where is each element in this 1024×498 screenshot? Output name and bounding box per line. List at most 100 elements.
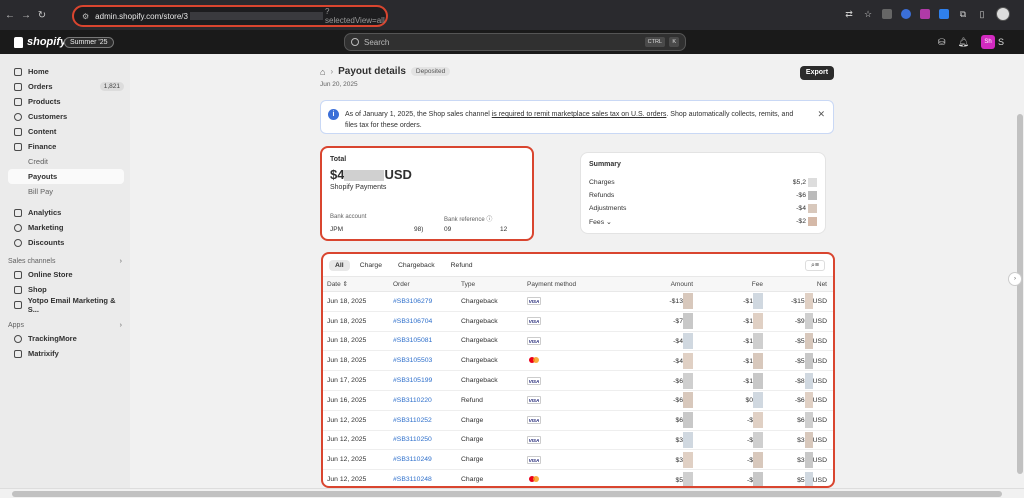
database-icon[interactable]: ⛁ bbox=[938, 37, 946, 48]
cell-type: Chargeback bbox=[461, 317, 498, 325]
extension-icon[interactable] bbox=[920, 9, 930, 19]
table-row[interactable]: Jun 12, 2025 #SB3110249 Charge VISA $3 -$ $3 US… bbox=[323, 450, 833, 471]
cell-amount: $6 bbox=[617, 412, 693, 429]
sidebar-item-discounts[interactable]: Discounts bbox=[8, 235, 124, 250]
tab-refund[interactable]: Refund bbox=[445, 260, 479, 271]
order-link[interactable]: #SB3110220 bbox=[393, 397, 461, 404]
puzzle-icon[interactable]: ⧉ bbox=[958, 9, 968, 19]
sidebar-item-credit[interactable]: Credit bbox=[8, 154, 124, 169]
table-row[interactable]: Jun 18, 2025 #SB3105503 Chargeback -$4 -$1 -$… bbox=[323, 351, 833, 372]
bookmark-star-icon[interactable]: ☆ bbox=[863, 9, 873, 19]
store-menu[interactable]: Sh S bbox=[980, 35, 1004, 49]
table-row[interactable]: Jun 18, 2025 #SB3106279 Chargeback VISA -$13… bbox=[323, 292, 833, 312]
summary-label: Fees ⌄ bbox=[589, 218, 612, 226]
horizontal-scrollbar[interactable] bbox=[0, 488, 1024, 498]
sidepanel-icon[interactable]: ▯ bbox=[977, 9, 987, 19]
table-row[interactable]: Jun 16, 2025 #SB3110220 Refund VISA -$6 $0 -$6… bbox=[323, 391, 833, 411]
amount-value: -$4 bbox=[673, 337, 683, 345]
search-input[interactable]: Search CTRL K bbox=[344, 33, 686, 51]
sidebar-item-matrixify[interactable]: Matrixify bbox=[8, 346, 124, 361]
sidebar-item-orders[interactable]: Orders 1,821 bbox=[8, 79, 124, 94]
cell-payment-method bbox=[527, 356, 617, 366]
table-row[interactable]: Jun 12, 2025 #SB3110252 Charge VISA $6 -$ $6 US… bbox=[323, 411, 833, 431]
visa-icon: VISA bbox=[527, 336, 541, 345]
sidebar-item-finance[interactable]: Finance bbox=[8, 139, 124, 154]
side-panel-handle[interactable]: › bbox=[1008, 272, 1022, 286]
payouts-breadcrumb-icon[interactable]: ⌂ bbox=[320, 67, 325, 77]
tab-all[interactable]: All bbox=[329, 259, 350, 271]
summary-row[interactable]: Fees ⌄ -$2 bbox=[589, 215, 817, 228]
net-currency: USD bbox=[812, 377, 827, 385]
search-filter-button[interactable]: ⌕≡ bbox=[805, 260, 825, 271]
table-row[interactable]: Jun 12, 2025 #SB3110250 Charge VISA $3 -$ $3 US… bbox=[323, 431, 833, 451]
extension-icon[interactable] bbox=[901, 9, 911, 19]
address-bar[interactable]: ⚙ admin.shopify.com/store/3 ?selectedVie… bbox=[72, 5, 388, 27]
sidebar-item-content[interactable]: Content bbox=[8, 124, 124, 139]
table-row[interactable]: Jun 17, 2025 #SB3105199 Chargeback VISA -$6 -… bbox=[323, 371, 833, 391]
search-filter-icon: ⌕≡ bbox=[810, 262, 819, 269]
table-row[interactable]: Jun 18, 2025 #SB3106704 Chargeback VISA -$7 -… bbox=[323, 312, 833, 332]
export-button[interactable]: Export bbox=[800, 66, 834, 80]
sales-channels-section[interactable]: Sales channels › bbox=[8, 258, 122, 265]
sidebar-item-payouts[interactable]: Payouts bbox=[8, 169, 124, 184]
order-link[interactable]: #SB3110249 bbox=[393, 456, 461, 463]
info-icon: i bbox=[328, 109, 339, 120]
forward-icon[interactable]: → bbox=[20, 10, 32, 21]
sidebar-item-home[interactable]: Home bbox=[8, 64, 124, 79]
visa-icon: VISA bbox=[527, 376, 541, 385]
tab-charge[interactable]: Charge bbox=[354, 260, 388, 271]
site-info-icon[interactable]: ⚙ bbox=[82, 12, 89, 21]
horizontal-scroll-thumb[interactable] bbox=[12, 491, 1002, 497]
sidebar-item-yotpo[interactable]: Yotpo Email Marketing & S... bbox=[8, 296, 124, 314]
sidebar-item-analytics[interactable]: Analytics bbox=[8, 205, 124, 220]
close-icon[interactable]: ✕ bbox=[817, 109, 825, 120]
vertical-scrollbar[interactable] bbox=[1016, 54, 1024, 488]
column-date[interactable]: Date ⇕ bbox=[323, 280, 393, 288]
column-payment: Payment method bbox=[527, 280, 577, 288]
back-icon[interactable]: ← bbox=[4, 10, 16, 21]
sidebar-item-trackingmore[interactable]: TrackingMore bbox=[8, 331, 124, 346]
cell-type: Chargeback bbox=[461, 337, 498, 345]
table-row[interactable]: Jun 18, 2025 #SB3105081 Chargeback VISA -$4 -… bbox=[323, 332, 833, 352]
shopify-logo[interactable]: shopify bbox=[14, 36, 66, 48]
sort-icon: ⇕ bbox=[342, 281, 348, 288]
sidebar-item-customers[interactable]: Customers bbox=[8, 109, 124, 124]
order-link[interactable]: #SB3106704 bbox=[393, 318, 461, 325]
chevron-right-icon: › bbox=[119, 322, 122, 329]
profile-avatar[interactable] bbox=[996, 7, 1010, 21]
redacted-value bbox=[683, 332, 693, 349]
summary-label: Charges bbox=[589, 179, 615, 186]
reload-icon[interactable]: ↻ bbox=[36, 10, 48, 21]
net-currency: USD bbox=[812, 357, 827, 365]
cell-net: -$5 USD bbox=[763, 352, 833, 369]
translate-icon[interactable]: ⇄ bbox=[844, 9, 854, 19]
redacted-value bbox=[753, 392, 763, 409]
sidebar-item-online-store[interactable]: Online Store bbox=[8, 267, 124, 282]
bell-icon[interactable]: 🔔︎ bbox=[958, 37, 969, 48]
transaction-tabs: All Charge Chargeback Refund bbox=[323, 254, 833, 276]
tab-chargeback[interactable]: Chargeback bbox=[392, 260, 441, 271]
sidebar-item-bill-pay[interactable]: Bill Pay bbox=[8, 184, 124, 199]
order-link[interactable]: #SB3110250 bbox=[393, 436, 461, 443]
sidebar-item-label: Discounts bbox=[28, 238, 65, 247]
sidebar-item-marketing[interactable]: Marketing bbox=[8, 220, 124, 235]
order-link[interactable]: #SB3105081 bbox=[393, 337, 461, 344]
apps-section[interactable]: Apps › bbox=[8, 322, 122, 329]
edition-badge[interactable]: Summer '25 bbox=[64, 37, 114, 48]
order-link[interactable]: #SB3110252 bbox=[393, 417, 461, 424]
info-circle-icon[interactable]: ⓘ bbox=[486, 217, 492, 223]
table-row[interactable]: Jun 12, 2025 #SB3110248 Charge $5 -$ $5 USD bbox=[323, 470, 833, 486]
scroll-thumb[interactable] bbox=[1017, 114, 1023, 474]
sidebar-item-label: Content bbox=[28, 127, 57, 136]
cell-net: $3 USD bbox=[763, 451, 833, 468]
banner-link[interactable]: is required to remit marketplace sales t… bbox=[492, 111, 667, 118]
sidebar-item-products[interactable]: Products bbox=[8, 94, 124, 109]
extension-icon[interactable] bbox=[939, 9, 949, 19]
extension-icon[interactable] bbox=[882, 9, 892, 19]
order-link[interactable]: #SB3110248 bbox=[393, 476, 461, 483]
cell-payment-method: VISA bbox=[527, 297, 617, 306]
order-link[interactable]: #SB3106279 bbox=[393, 298, 461, 305]
order-link[interactable]: #SB3105503 bbox=[393, 357, 461, 364]
order-link[interactable]: #SB3105199 bbox=[393, 377, 461, 384]
net-value: $5 bbox=[797, 476, 805, 484]
